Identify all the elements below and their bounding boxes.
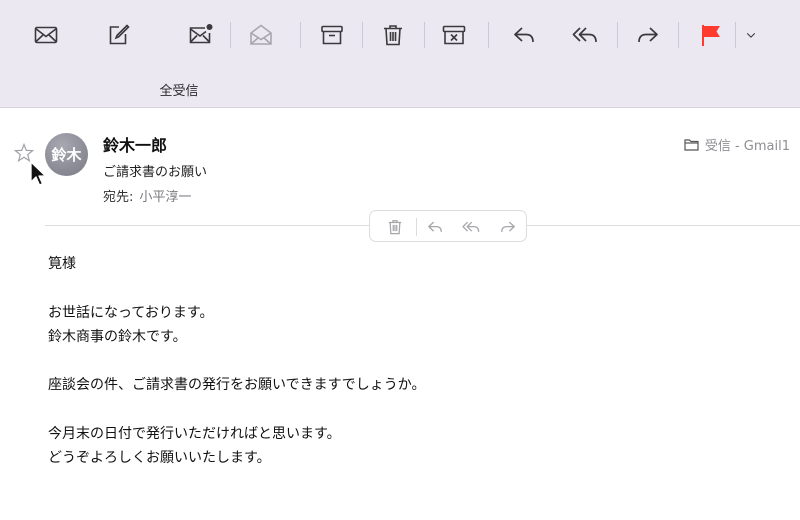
envelope-dot-icon <box>189 24 213 44</box>
reply-icon <box>514 27 534 43</box>
trash-icon <box>384 25 402 46</box>
mouse-cursor-icon <box>30 161 47 186</box>
flag-button[interactable] <box>694 18 728 52</box>
to-label: 宛先: <box>103 190 134 205</box>
folder-icon <box>684 139 699 151</box>
compose-button[interactable] <box>101 18 135 52</box>
body-line: どうぞよろしくお願いいたします。 <box>48 450 271 467</box>
mark-unread-button[interactable] <box>183 18 217 52</box>
forward-icon <box>638 27 658 43</box>
envelope-open-icon <box>250 24 272 45</box>
envelope-icon <box>34 26 58 44</box>
reply-all-icon <box>462 221 480 232</box>
inline-forward-button[interactable] <box>497 216 519 238</box>
compose-icon <box>109 24 130 45</box>
body-line <box>48 276 748 300</box>
sender-name[interactable]: 鈴木一郎 <box>103 132 167 156</box>
trash-icon <box>388 220 402 235</box>
message-body: 筧様 お世話になっております。 鈴木商事の鈴木です。 座談会の件、ご請求書の発行… <box>48 252 748 471</box>
get-mail-button[interactable] <box>29 18 63 52</box>
inline-action-bar <box>369 210 527 242</box>
inline-reply-button[interactable] <box>424 216 446 238</box>
reply-all-button[interactable] <box>568 18 602 52</box>
reply-button[interactable] <box>507 18 541 52</box>
body-line: 座談会の件、ご請求書の発行をお願いできますでしょうか。 <box>48 377 426 394</box>
body-line <box>48 349 748 373</box>
recipient-row: 宛先: 小平淳一 <box>103 186 191 205</box>
folder-indicator[interactable]: 受信 - Gmail1 <box>684 135 790 154</box>
junk-button[interactable] <box>437 18 471 52</box>
reply-all-icon <box>572 27 597 43</box>
avatar: 鈴木 <box>45 133 88 176</box>
body-line <box>48 398 748 422</box>
delete-button[interactable] <box>376 18 410 52</box>
archive-icon <box>321 25 343 45</box>
flag-menu-button[interactable] <box>740 18 762 52</box>
body-line: 鈴木商事の鈴木です。 <box>48 328 187 345</box>
reply-icon <box>428 221 442 232</box>
body-line: 筧様 <box>48 256 76 272</box>
body-line: お世話になっております。 <box>48 304 214 321</box>
junk-box-icon <box>442 25 466 45</box>
flag-icon <box>702 25 720 46</box>
forward-button[interactable] <box>631 18 665 52</box>
toolbar: 全受信 <box>0 0 800 108</box>
body-line: 今月末の日付で発行いただければと思います。 <box>48 426 341 443</box>
avatar-initials: 鈴木 <box>51 146 82 164</box>
subject: ご請求書のお願い <box>103 165 208 180</box>
mailbox-label: 全受信 <box>159 84 199 99</box>
folder-label: 受信 - Gmail1 <box>704 139 790 154</box>
inline-reply-all-button[interactable] <box>460 216 482 238</box>
forward-icon <box>501 221 515 232</box>
mark-read-button[interactable] <box>244 18 278 52</box>
archive-button[interactable] <box>315 18 349 52</box>
recipient-name[interactable]: 小平淳一 <box>139 190 191 205</box>
chevron-down-icon <box>746 33 756 38</box>
inline-delete-button[interactable] <box>384 216 406 238</box>
